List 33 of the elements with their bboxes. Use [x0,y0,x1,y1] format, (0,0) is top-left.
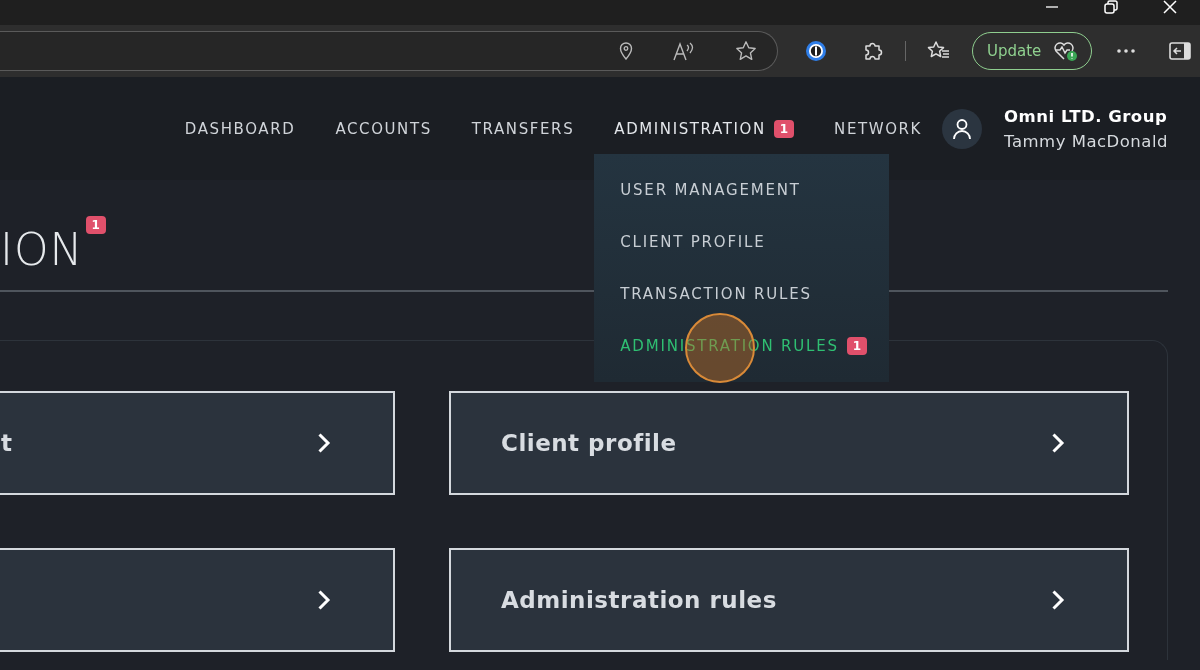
link-card[interactable]: Client profile [449,391,1129,495]
chevron-right-icon [317,432,331,454]
count-badge: 1 [846,336,868,355]
heart-pulse-icon [1053,39,1080,63]
link-card[interactable] [0,548,395,652]
sidebar-icon[interactable] [1169,42,1192,60]
link-card[interactable]: t [0,391,395,495]
menu-item[interactable]: CLIENT PROFILE [620,232,766,251]
user-name: Tammy MacDonald [1004,130,1168,153]
count-badge: 1 [773,119,795,138]
read-aloud-icon[interactable] [673,41,695,61]
location-pin-icon[interactable] [619,42,633,60]
restore-icon[interactable] [1103,0,1119,15]
puzzle-icon[interactable] [862,40,884,62]
nav-link[interactable]: NETWORK [834,119,923,138]
page-title: ION [0,228,84,272]
user-icon [952,117,973,140]
menu-item[interactable]: USER MANAGEMENT [620,180,801,199]
nav-link[interactable]: ACCOUNTS [335,119,432,138]
nav-link[interactable]: DASHBOARD [184,119,296,138]
menu-item[interactable]: TRANSACTION RULES [620,284,812,303]
link-card[interactable]: Administration rules [449,548,1129,652]
close-icon[interactable] [1163,0,1177,14]
company-name: Omni LTD. Group [1004,105,1168,128]
chevron-right-icon [317,589,331,611]
nav-link[interactable]: ADMINISTRATION [614,119,766,138]
password-manager-icon[interactable] [805,40,827,62]
star-icon[interactable] [735,40,757,62]
chevron-right-icon [1051,589,1065,611]
count-badge: 1 [85,216,106,234]
nav-link[interactable]: TRANSFERS [471,119,575,138]
more-icon[interactable] [1116,48,1137,54]
chevron-right-icon [1051,432,1065,454]
